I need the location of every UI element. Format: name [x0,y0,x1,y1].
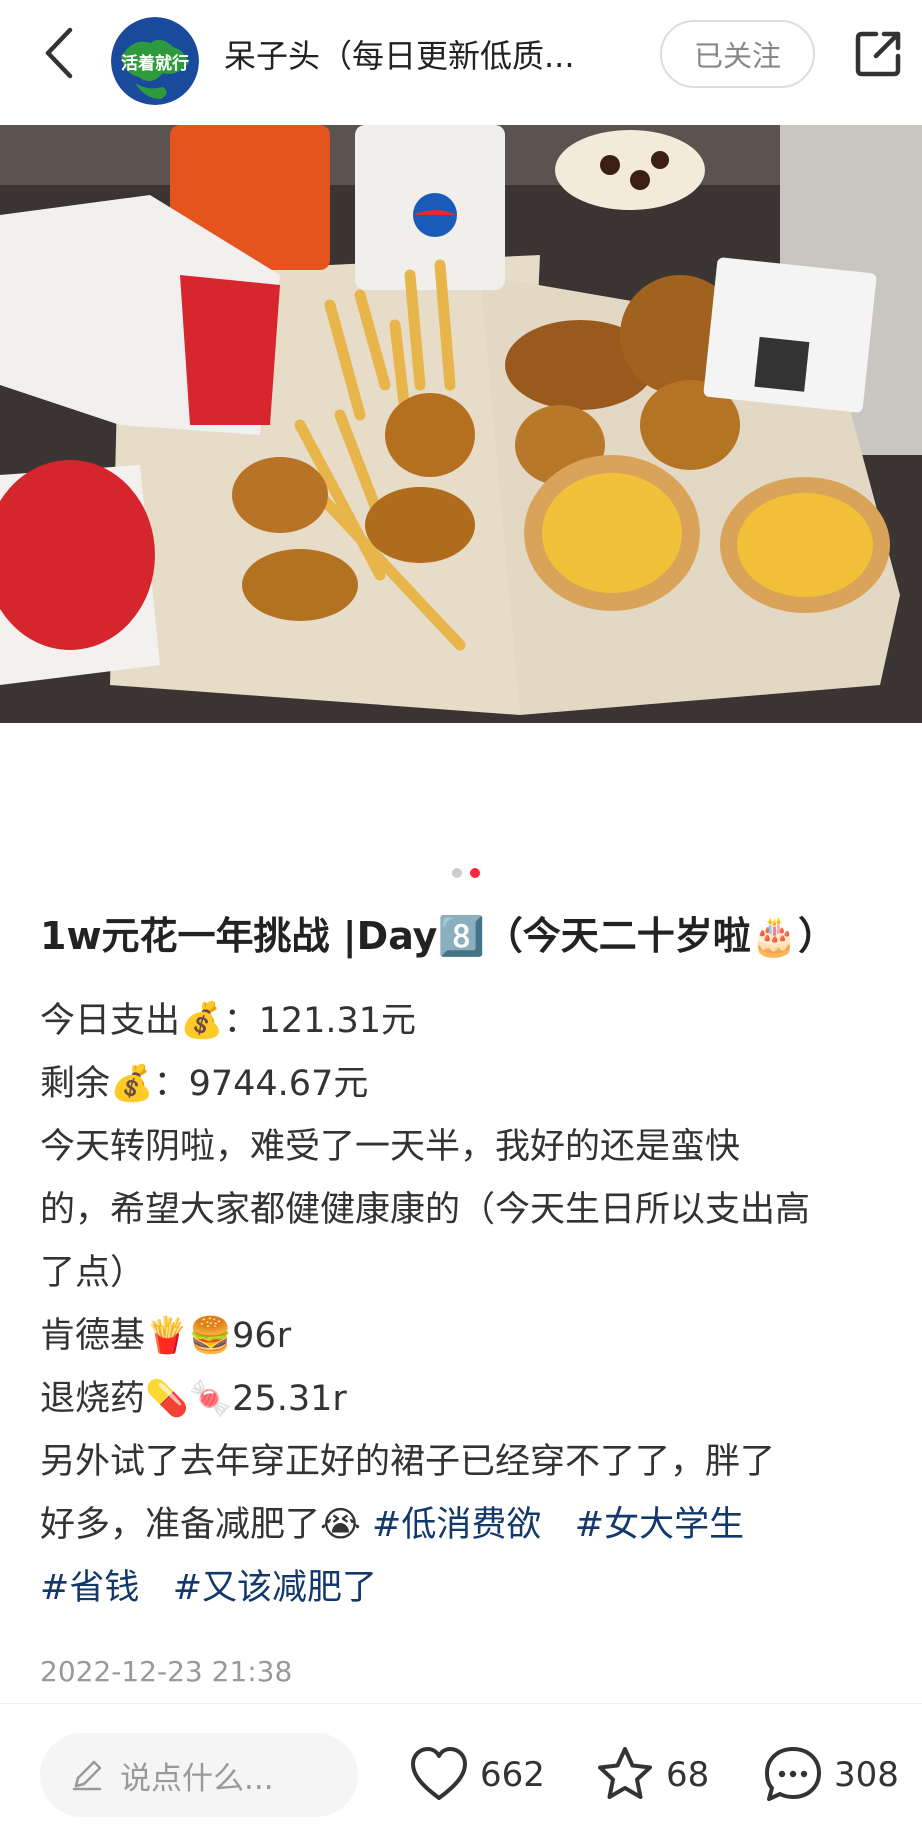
body-line: 今日支出💰：121.31元 [40,1001,417,1041]
carousel-indicator [452,868,480,878]
comment-icon [765,1747,821,1801]
heart-icon [411,1747,467,1800]
post-date: 2022-12-23 21:38 [40,1655,293,1688]
back-icon[interactable] [40,26,80,80]
body-line: 今天转阴啦，难受了一天半，我好的还是蛮快 [40,1127,741,1167]
body-line: 了点） [40,1253,146,1293]
author-avatar[interactable]: 活着就行 [111,17,199,105]
comment-input[interactable]: 说点什么... [40,1733,358,1817]
star-icon [598,1747,652,1799]
comment-count: 308 [834,1755,899,1795]
hashtag-link[interactable]: #省钱 [40,1568,139,1608]
body-line: 退烧药💊🍬25.31r [40,1379,347,1419]
carousel-dot-active[interactable] [470,868,480,878]
pen-icon [72,1760,102,1791]
body-line: 另外试了去年穿正好的裙子已经穿不了了，胖了 [40,1442,776,1482]
hashtag-link[interactable]: #又该减肥了 [173,1568,377,1608]
divider [0,1703,922,1704]
body-line: 剩余💰：9744.67元 [40,1064,369,1104]
body-line-tags: #省钱 #又该减肥了 [40,1557,910,1620]
body-line-with-tags: 好多，准备减肥了😭 #低消费欲 #女大学生 [40,1494,910,1557]
share-icon[interactable] [852,28,904,80]
body-text: 好多，准备减肥了😭 [40,1505,361,1545]
like-button[interactable]: 662 [408,1740,545,1810]
follow-button[interactable]: 已关注 [660,20,815,88]
avatar-text: 活着就行 [121,53,189,74]
comment-button[interactable]: 308 [762,1740,899,1810]
post-body: 今日支出💰：121.31元 剩余💰：9744.67元 今天转阴啦，难受了一天半，… [40,990,910,1620]
collect-count: 68 [666,1755,710,1795]
post-image[interactable] [0,125,922,723]
post-title: 1w元花一年挑战 |Day8️⃣（今天二十岁啦🎂） [40,914,837,958]
like-count: 662 [480,1755,545,1795]
hashtag-link[interactable]: #女大学生 [575,1505,744,1545]
body-line: 肯德基🍟🍔96r [40,1316,292,1356]
collect-button[interactable]: 68 [594,1740,709,1810]
comment-placeholder: 说点什么... [120,1760,274,1797]
author-name[interactable]: 呆子头（每日更新低质... [224,30,634,82]
carousel-dot[interactable] [452,868,462,878]
body-line: 的，希望大家都健健康康的（今天生日所以支出高 [40,1190,811,1230]
hashtag-link[interactable]: #低消费欲 [372,1505,541,1545]
